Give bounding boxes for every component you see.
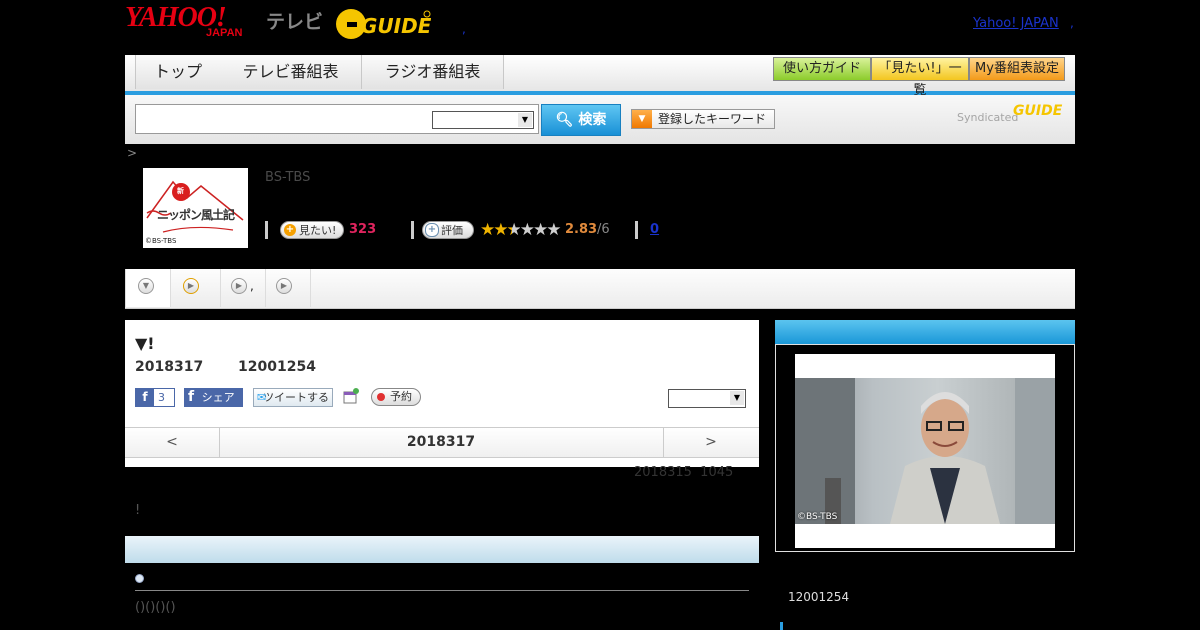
facebook-share-button[interactable]: f シェア <box>184 388 243 407</box>
gguide-logo-icon: GUIDE <box>336 9 432 39</box>
tab-program-detail[interactable]: ▼ <box>125 269 171 307</box>
yahoo-japan-link[interactable]: Yahoo! JAPAN <box>973 16 1059 31</box>
section-header-bar <box>125 536 759 563</box>
tweet-label: ツイートする <box>263 391 329 404</box>
program-thumbnail: 新 ニッポン風土記 ©BS-TBS <box>143 168 248 248</box>
play-icon: ▶ <box>231 278 247 294</box>
broadcast-date: 2018317 <box>135 359 204 375</box>
my-schedule-settings-button[interactable]: My番組表設定 <box>969 57 1065 81</box>
star-half-icon: ★ <box>506 220 522 240</box>
tab-tv-schedule[interactable]: テレビ番組表 <box>220 55 362 89</box>
mitai-button[interactable]: + 見たい! <box>280 221 344 239</box>
facebook-like-count: 3 <box>158 391 165 404</box>
plus-icon: + <box>284 224 296 236</box>
search-button-label: 検索 <box>578 112 607 128</box>
bullet-icon <box>135 574 144 583</box>
svg-text:GUIDE: GUIDE <box>361 14 431 38</box>
twitter-bird-icon: ✉︎ <box>257 391 267 404</box>
rate-button[interactable]: + 評価 <box>422 221 474 239</box>
rating-max: /6 <box>597 222 610 237</box>
facebook-like-button[interactable]: f 3 <box>135 388 175 407</box>
main-nav: トップ テレビ番組表 ラジオ番組表 使い方ガイド 「見たい!」一覧 My番組表設… <box>125 55 1075 98</box>
next-date-button[interactable]: > <box>663 428 758 457</box>
search-category-select[interactable]: ▼ <box>432 111 534 129</box>
program-host-photo <box>795 378 1055 524</box>
sidebar-section-marker <box>780 622 783 630</box>
reserve-button[interactable]: 予約 <box>371 388 421 406</box>
date-navigation: < 2018317 > <box>125 427 759 458</box>
current-date: 2018317 <box>406 434 476 450</box>
cast-placeholder: ()()()() <box>135 600 176 615</box>
program-tab-strip: ▼ ▶ , ▶ ▶ <box>125 269 1075 309</box>
breadcrumb: > <box>127 146 138 160</box>
tab-cast[interactable]: ▶ <box>221 269 266 307</box>
divider <box>135 590 749 591</box>
facebook-icon: f <box>188 389 195 405</box>
reserve-label: 予約 <box>390 390 412 403</box>
star-icon: ★ <box>546 220 561 240</box>
updated-timestamp: 2018315 1045 <box>634 465 733 480</box>
sidebar-header-bar <box>775 320 1075 344</box>
syndicated-label: Syndicated <box>957 111 1019 124</box>
rate-label: 評価 <box>441 224 463 237</box>
host-photo-illustration <box>795 378 1055 524</box>
header-dot-link-right[interactable]: , <box>1070 16 1074 30</box>
area-select[interactable]: ▼ <box>668 389 746 408</box>
broadcast-time: 12001254 <box>238 359 316 375</box>
chevron-down-icon: ▼ <box>730 391 744 405</box>
program-title: ▼! <box>135 334 155 353</box>
chevron-down-icon: ▼ <box>518 113 532 127</box>
search-icon: 🔍︎ <box>555 112 574 128</box>
dropdown-arrow-icon: ▼ <box>632 110 652 128</box>
review-count-link[interactable]: 0 <box>650 222 659 237</box>
registered-keyword-button[interactable]: ▼ 登録したキーワード <box>631 109 775 129</box>
tab-episodes[interactable]: ▶ , <box>170 269 254 307</box>
tab-radio-schedule[interactable]: ラジオ番組表 <box>362 55 504 89</box>
play-icon: ▶ <box>183 278 199 294</box>
star-icon: ★ <box>533 220 548 240</box>
divider <box>635 221 638 239</box>
thumbnail-credit: ©BS-TBS <box>145 237 177 245</box>
registered-keyword-label: 登録したキーワード <box>658 112 767 126</box>
thumbnail-title: ニッポン風土記 <box>157 208 235 222</box>
usage-guide-button[interactable]: 使い方ガイド <box>773 57 871 81</box>
program-note: ! <box>135 503 141 518</box>
record-icon <box>377 393 385 401</box>
search-button[interactable]: 🔍︎ 検索 <box>541 104 621 136</box>
chevron-down-icon: ▼ <box>138 278 154 294</box>
prev-date-button[interactable]: < <box>125 428 220 457</box>
tv-logo-text: テレビ <box>266 11 324 33</box>
rating-stars: ★★★★★★ <box>480 220 562 240</box>
updated-date: 2018315 <box>634 465 692 480</box>
mitai-list-button[interactable]: 「見たい!」一覧 <box>871 57 969 98</box>
calendar-add-icon[interactable] <box>343 388 359 404</box>
sidebar-broadcast-time: 12001254 <box>788 590 850 604</box>
thumbnail-prefix: 新 <box>177 187 184 195</box>
tab-top[interactable]: トップ <box>135 55 221 89</box>
star-icon: ★ <box>519 220 535 240</box>
channel-name: BS-TBS <box>265 170 311 185</box>
play-icon: ▶ <box>276 278 292 294</box>
tab-reviews[interactable]: ▶ <box>266 269 311 307</box>
star-icon: ★ <box>493 220 508 240</box>
facebook-icon: f <box>136 389 154 406</box>
facebook-share-label: シェア <box>201 391 235 404</box>
divider <box>265 221 268 239</box>
rating-value: 2.83 <box>565 222 598 237</box>
star-icon: ★ <box>480 220 495 240</box>
gguide-logo[interactable]: GUIDE <box>335 8 432 40</box>
plus-icon: + <box>425 223 439 237</box>
mitai-count: 323 <box>349 222 377 237</box>
syndicated-gguide-logo: GUIDE <box>1013 103 1063 119</box>
tweet-button[interactable]: ✉︎ ツイートする <box>253 388 333 407</box>
divider <box>411 221 414 239</box>
header-dot-link[interactable]: , <box>462 22 466 36</box>
photo-credit: ©BS-TBS <box>797 512 838 522</box>
updated-time: 1045 <box>700 465 734 480</box>
mitai-label: 見たい! <box>299 224 337 237</box>
yahoo-japan-logo-text: JAPAN <box>206 27 243 39</box>
